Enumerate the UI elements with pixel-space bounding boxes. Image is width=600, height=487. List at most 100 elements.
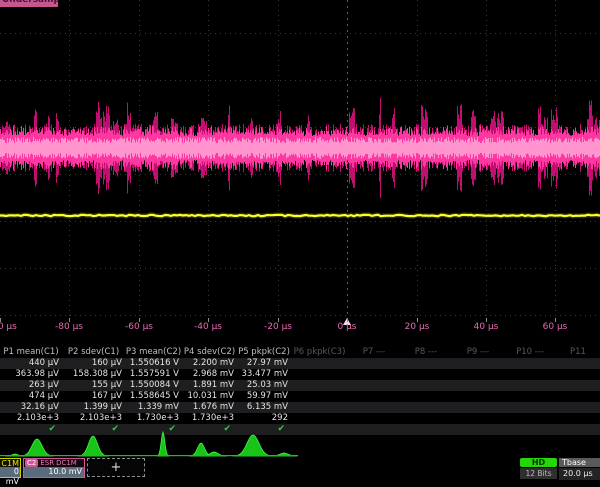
measure-value-cell [400,413,452,424]
param-histicon [233,435,273,456]
measure-value-cell [556,391,600,402]
measure-value-cell: 1.891 mV [182,380,237,391]
measure-value-cell [400,391,452,402]
measure-value-cell: 1.399 µV [62,402,125,413]
measure-value-cell: 1.730e+3 [182,413,237,424]
c2-channel-badge: C2 [25,459,38,467]
measure-value-cell: 474 µV [0,391,62,402]
measure-value-cell: 1.557591 V [125,369,182,380]
axis-tick-label: 40 µs [474,322,499,332]
measure-value-cell: 363.98 µV [0,369,62,380]
measure-value-cell [400,380,452,391]
measure-value-cell [348,402,400,413]
param-column-header[interactable]: P3 mean(C2) [125,347,182,358]
measure-value-cell: 1.550616 V [125,358,182,369]
measure-value-cell [556,380,600,391]
measure-value-cell [504,369,556,380]
measure-value-cell [400,358,452,369]
measure-value-cell [348,391,400,402]
measure-value-cell: 27.97 mV [237,358,291,369]
measure-value-cell [504,391,556,402]
measure-value-cell [348,380,400,391]
param-column-header[interactable]: P8 --- [400,347,452,358]
measure-value-cell [452,413,504,424]
measure-value-cell: 1.550084 V [125,380,182,391]
axis-tick-label: 20 µs [405,322,430,332]
measure-value-cell: 160 µV [62,358,125,369]
measure-value-cell: 2.103e+3 [62,413,125,424]
axis-tick-label: -100 µs [0,322,17,332]
axis-tick-label: 0 µs [337,322,356,332]
measure-value-cell: 33.477 mV [237,369,291,380]
measure-value-cell [348,358,400,369]
axis-tick-label: -80 µs [55,322,83,332]
measure-value-cell: 32.16 µV [0,402,62,413]
measure-value-cell: 1.730e+3 [125,413,182,424]
channel-c2-descriptor[interactable]: C2 ESR DC1M 10.0 mV [23,458,85,478]
param-histicon [157,432,169,456]
axis-tick-label: -20 µs [264,322,292,332]
timebase-value: 20.0 µs [559,468,600,480]
axis-tick-label: 60 µs [543,322,568,332]
measure-value-cell: 440 µV [0,358,62,369]
param-column-header[interactable]: P11 [556,347,600,358]
param-column-header[interactable]: P4 sdev(C2) [182,347,237,358]
measure-value-cell [504,413,556,424]
measure-value-cell: 1.676 mV [182,402,237,413]
measure-value-cell [556,402,600,413]
undersampled-badge-label: Undersampled [0,0,58,5]
param-column-header[interactable]: P9 --- [452,347,504,358]
channel-c1-descriptor[interactable]: C1M 0 mV [0,458,21,478]
measure-value-cell: 6.135 mV [237,402,291,413]
param-column-header[interactable]: P2 sdev(C1) [62,347,125,358]
measure-value-cell [348,369,400,380]
add-trace-button[interactable]: + [87,458,145,477]
measure-value-cell [504,380,556,391]
waveform-grid: Undersampled [0,0,600,318]
measure-value-cell: 2.103e+3 [0,413,62,424]
measure-value-cell [504,402,556,413]
measure-value-cell: 167 µV [62,391,125,402]
c1-trace [0,215,600,216]
axis-tick-label: -40 µs [194,322,222,332]
measure-value-cell [291,391,348,402]
hd-acquisition-box[interactable]: HD 12 Bits [520,458,557,478]
param-histicon [21,439,53,456]
measure-value-cell [400,402,452,413]
waveform-traces [0,0,600,318]
hd-bits-label: 12 Bits [520,468,557,479]
measure-value-cell: 1.558645 V [125,391,182,402]
measure-value-cell [291,369,348,380]
measure-value-cell: 10.031 mV [182,391,237,402]
measure-value-cell: 1.339 mV [125,402,182,413]
measure-value-cell [504,358,556,369]
param-column-header[interactable]: P1 mean(C1) [0,347,62,358]
param-column-header[interactable]: P7 --- [348,347,400,358]
param-column-header[interactable]: P10 --- [504,347,556,358]
measure-value-cell: 59.97 mV [237,391,291,402]
measure-value-cell: 292 [237,413,291,424]
measure-value-cell [556,358,600,369]
measure-value-cell [291,413,348,424]
c2-eres-tag: ESR [40,459,54,467]
measure-value-cell [452,402,504,413]
time-axis: -100 µs-80 µs-60 µs-40 µs-20 µs0 µs20 µs… [0,318,600,336]
hd-badge: HD [520,458,557,467]
c2-vdiv-value: 10.0 mV [24,467,84,477]
measure-value-cell: 158.308 µV [62,369,125,380]
histicon-baseline [0,455,298,456]
c1-vdiv-value: 0 mV [0,467,20,477]
measurement-table: P1 mean(C1)P2 sdev(C1)P3 mean(C2)P4 sdev… [0,347,600,435]
param-column-header[interactable]: P6 pkpk(C3) [291,347,348,358]
measure-value-cell [556,369,600,380]
measure-value-cell: 2.968 mV [182,369,237,380]
measure-value-cell [556,413,600,424]
measure-value-cell [291,380,348,391]
measure-value-cell [452,358,504,369]
measure-value-cell: 25.03 mV [237,380,291,391]
measure-value-cell [291,402,348,413]
timebase-label: Tbase [559,458,600,467]
measure-value-cell [400,369,452,380]
param-column-header[interactable]: P5 pkpk(C2) [237,347,291,358]
timebase-descriptor[interactable]: Tbase 20.0 µs [559,458,600,480]
